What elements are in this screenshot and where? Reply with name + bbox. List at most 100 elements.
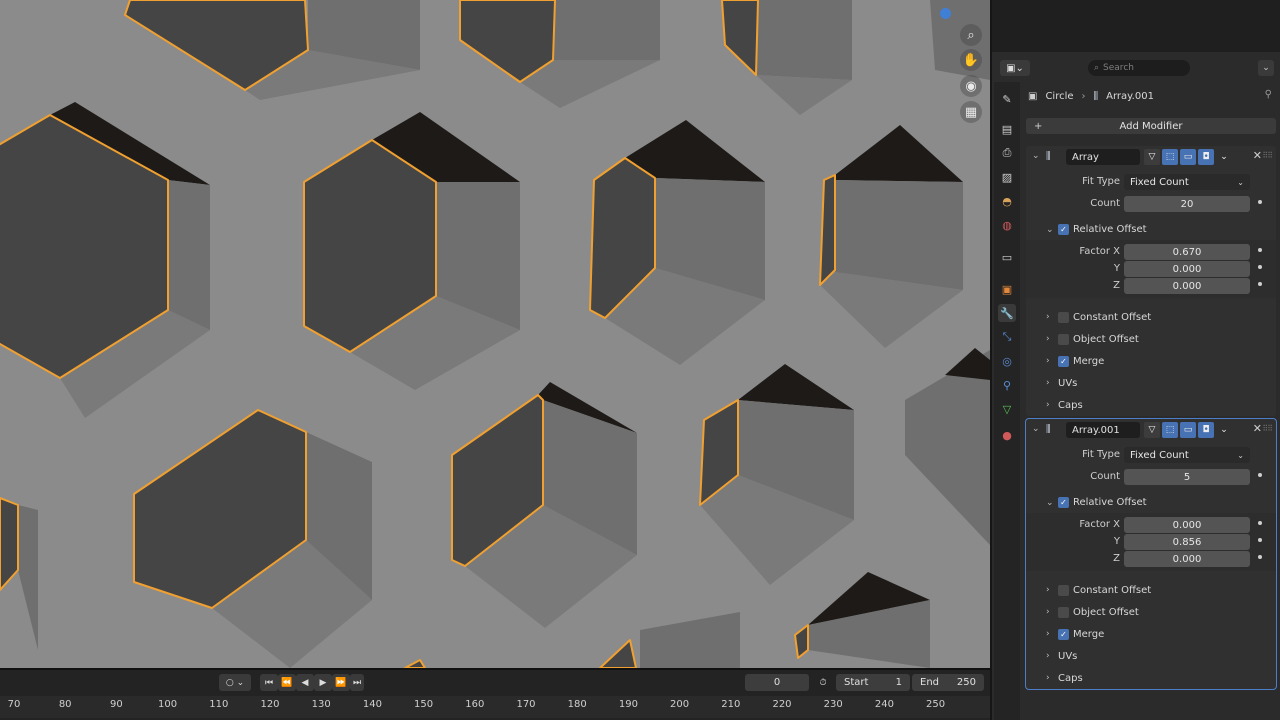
relative-offset-checkbox[interactable]: ✓ xyxy=(1058,224,1069,235)
tool-tab-icon[interactable]: ✎ xyxy=(998,90,1016,108)
close-icon[interactable]: ✕ xyxy=(1253,149,1262,162)
merge-checkbox[interactable]: ✓ xyxy=(1058,356,1069,367)
world-tab-icon[interactable]: ◍ xyxy=(998,216,1016,234)
play-reverse-icon[interactable]: ◀ xyxy=(296,674,314,691)
current-frame-field[interactable]: 0 xyxy=(745,674,809,691)
physics-tab-icon[interactable]: ◎ xyxy=(998,352,1016,370)
uvs-subpanel[interactable]: › UVs xyxy=(1026,375,1276,393)
relative-offset-subpanel[interactable]: ⌄ ✓ Relative Offset xyxy=(1026,494,1276,512)
keyframe-dot[interactable] xyxy=(1258,555,1262,559)
merge-subpanel[interactable]: › ✓ Merge xyxy=(1026,353,1276,371)
hand-pan-icon[interactable]: ✋ xyxy=(960,49,982,71)
view-layer-tab-icon[interactable]: ▨ xyxy=(998,168,1016,186)
keyframe-dot[interactable] xyxy=(1258,538,1262,542)
keying-dropdown[interactable]: ○ ⌄ xyxy=(219,674,251,691)
constraints-tab-icon[interactable]: ⚲ xyxy=(998,376,1016,394)
editor-type-button[interactable]: ▣⌄ xyxy=(1000,60,1030,76)
edit-mode-icon[interactable]: ⬚ xyxy=(1162,149,1178,165)
factor-z-field[interactable]: 0.000 xyxy=(1124,551,1250,567)
chevron-right-icon[interactable]: › xyxy=(1046,585,1050,595)
keyframe-dot[interactable] xyxy=(1258,265,1262,269)
keyframe-dot[interactable] xyxy=(1258,248,1262,252)
camera-icon[interactable]: ◉ xyxy=(960,75,982,97)
chevron-right-icon[interactable]: › xyxy=(1046,356,1050,366)
factor-y-field[interactable]: 0.000 xyxy=(1124,261,1250,277)
modifier-name-field[interactable]: Array.001 xyxy=(1066,422,1140,438)
chevron-down-icon[interactable]: ⌄ xyxy=(1216,422,1232,438)
render-camera-icon[interactable]: ◘ xyxy=(1198,149,1214,165)
modifier-header[interactable]: ⌄ ⫼ Array.001 ▽ ⬚ ▭ ◘ ⌄ ✕ ⠿⠿ xyxy=(1026,419,1276,441)
stopwatch-icon[interactable]: ⏱ xyxy=(814,674,832,691)
chevron-right-icon[interactable]: › xyxy=(1046,651,1050,661)
object-offset-checkbox[interactable] xyxy=(1058,334,1069,345)
modifier-header[interactable]: ⌄ ⫼ Array ▽ ⬚ ▭ ◘ ⌄ ✕ ⠿⠿ xyxy=(1026,146,1276,168)
drag-handle-icon[interactable]: ⠿⠿ xyxy=(1262,151,1273,160)
zoom-icon[interactable]: ⌕ xyxy=(960,24,982,46)
start-frame-field[interactable]: Start 1 xyxy=(836,674,910,691)
modifier-tab-icon[interactable]: 🔧 xyxy=(998,304,1016,322)
chevron-down-icon[interactable]: ⌄ xyxy=(1032,424,1040,434)
chevron-right-icon[interactable]: › xyxy=(1046,607,1050,617)
chevron-right-icon[interactable]: › xyxy=(1046,378,1050,388)
viewport-display-icon[interactable]: ▭ xyxy=(1180,422,1196,438)
chevron-right-icon[interactable]: › xyxy=(1046,400,1050,410)
render-camera-icon[interactable]: ◘ xyxy=(1198,422,1214,438)
jump-start-icon[interactable]: ⏮ xyxy=(260,674,278,691)
object-offset-subpanel[interactable]: › Object Offset xyxy=(1026,331,1276,349)
jump-end-icon[interactable]: ⏭ xyxy=(350,674,364,691)
viewport-display-icon[interactable]: ▭ xyxy=(1180,149,1196,165)
3d-viewport[interactable]: ⌕ ✋ ◉ ▦ xyxy=(0,0,990,668)
data-tab-icon[interactable]: ▽ xyxy=(998,400,1016,418)
object-offset-checkbox[interactable] xyxy=(1058,607,1069,618)
merge-subpanel[interactable]: › ✓ Merge xyxy=(1026,626,1276,644)
object-offset-subpanel[interactable]: › Object Offset xyxy=(1026,604,1276,622)
constant-offset-checkbox[interactable] xyxy=(1058,585,1069,596)
factor-z-field[interactable]: 0.000 xyxy=(1124,278,1250,294)
next-keyframe-icon[interactable]: ⏩ xyxy=(332,674,350,691)
add-modifier-button[interactable]: + Add Modifier xyxy=(1026,118,1276,134)
count-field[interactable]: 20 xyxy=(1124,196,1250,212)
options-dropdown[interactable]: ⌄ xyxy=(1258,60,1274,76)
merge-checkbox[interactable]: ✓ xyxy=(1058,629,1069,640)
close-icon[interactable]: ✕ xyxy=(1253,422,1262,435)
relative-offset-subpanel[interactable]: ⌄ ✓ Relative Offset xyxy=(1026,221,1276,239)
caps-subpanel[interactable]: › Caps xyxy=(1026,397,1276,415)
chevron-down-icon[interactable]: ⌄ xyxy=(1216,149,1232,165)
frame-ruler[interactable]: 70 80 90 100 110 120 130 140 150 160 170 180 190 200 2… xyxy=(0,696,990,718)
edit-cage-icon[interactable]: ▽ xyxy=(1144,422,1160,438)
chevron-right-icon[interactable]: › xyxy=(1046,629,1050,639)
caps-subpanel[interactable]: › Caps xyxy=(1026,670,1276,688)
fit-type-dropdown[interactable]: Fixed Count ⌄ xyxy=(1124,174,1250,190)
chevron-right-icon[interactable]: › xyxy=(1046,312,1050,322)
constant-offset-checkbox[interactable] xyxy=(1058,312,1069,323)
chevron-down-icon[interactable]: ⌄ xyxy=(1046,498,1054,508)
drag-handle-icon[interactable]: ⠿⠿ xyxy=(1262,424,1273,433)
pin-icon[interactable]: ⚲ xyxy=(1265,89,1272,100)
end-frame-field[interactable]: End 250 xyxy=(912,674,984,691)
prev-keyframe-icon[interactable]: ⏪ xyxy=(278,674,296,691)
render-tab-icon[interactable]: ▤ xyxy=(998,120,1016,138)
count-field[interactable]: 5 xyxy=(1124,469,1250,485)
scene-tab-icon[interactable]: ◓ xyxy=(998,192,1016,210)
particles-tab-icon[interactable]: ⤡ xyxy=(998,328,1016,346)
output-tab-icon[interactable]: ⎙ xyxy=(998,144,1016,162)
keyframe-dot[interactable] xyxy=(1258,282,1262,286)
edit-cage-icon[interactable]: ▽ xyxy=(1144,149,1160,165)
edit-mode-icon[interactable]: ⬚ xyxy=(1162,422,1178,438)
chevron-down-icon[interactable]: ⌄ xyxy=(1032,151,1040,161)
chevron-down-icon[interactable]: ⌄ xyxy=(1046,225,1054,235)
search-input[interactable]: ⌕ Search xyxy=(1088,60,1190,76)
keyframe-dot[interactable] xyxy=(1258,473,1262,477)
play-icon[interactable]: ▶ xyxy=(314,674,332,691)
constant-offset-subpanel[interactable]: › Constant Offset xyxy=(1026,582,1276,600)
keyframe-dot[interactable] xyxy=(1258,200,1262,204)
factor-y-field[interactable]: 0.856 xyxy=(1124,534,1250,550)
fit-type-dropdown[interactable]: Fixed Count ⌄ xyxy=(1124,447,1250,463)
constant-offset-subpanel[interactable]: › Constant Offset xyxy=(1026,309,1276,327)
uvs-subpanel[interactable]: › UVs xyxy=(1026,648,1276,666)
axis-z-dot[interactable] xyxy=(940,8,951,19)
chevron-right-icon[interactable]: › xyxy=(1046,673,1050,683)
factor-x-field[interactable]: 0.000 xyxy=(1124,517,1250,533)
factor-x-field[interactable]: 0.670 xyxy=(1124,244,1250,260)
object-tab-icon[interactable]: ▣ xyxy=(998,280,1016,298)
